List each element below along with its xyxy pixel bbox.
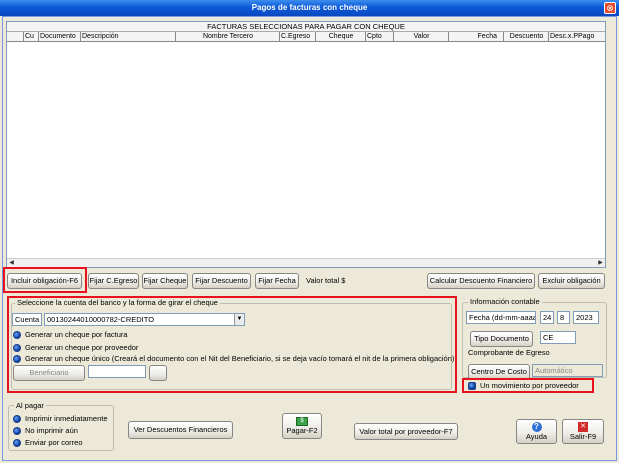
cuenta-group-title: Seleccione la cuenta del banco y la form…: [15, 298, 220, 307]
grid-col-cegreso[interactable]: C.Egreso: [279, 32, 315, 42]
help-icon: ?: [531, 422, 542, 432]
grid-col-cpto[interactable]: Cpto: [365, 32, 393, 42]
radio-cheque-proveedor[interactable]: [13, 344, 21, 352]
grid-header: Cu Documento Descripción Nombre Tercero …: [7, 32, 605, 42]
grid-col-descripcion[interactable]: Descripción: [80, 32, 175, 42]
calcular-descuento-button[interactable]: Calcular Descuento Financiero: [427, 273, 535, 289]
salir-button[interactable]: ✕ Salir-F9: [562, 419, 604, 444]
al-pagar-title: Al pagar: [14, 401, 46, 410]
incluir-obligacion-button[interactable]: Incluir obligación-F6: [7, 273, 82, 289]
excluir-obligacion-button[interactable]: Excluir obligación: [538, 273, 605, 289]
exit-icon: ✕: [578, 422, 588, 432]
checkbox-movimiento-proveedor[interactable]: [468, 382, 476, 390]
grid-col-nombre-tercero[interactable]: Nombre Tercero: [175, 32, 279, 42]
cuenta-value: 00130244010000782-CREDITO: [47, 315, 155, 324]
option-imprimir-inmediatamente[interactable]: Imprimir inmediatamente: [25, 413, 108, 424]
pagar-label: Pagar-F2: [286, 426, 318, 435]
salir-label: Salir-F9: [569, 432, 597, 441]
cuenta-select[interactable]: 00130244010000782-CREDITO ▼: [44, 313, 245, 326]
ayuda-button[interactable]: ? Ayuda: [516, 419, 557, 444]
fecha-month-field[interactable]: 8: [557, 311, 570, 324]
grid-title: FACTURAS SELECCIONAS PARA PAGAR CON CHEQ…: [7, 22, 605, 32]
window-title: Pagos de facturas con cheque: [0, 0, 619, 16]
invoices-grid[interactable]: FACTURAS SELECCIONAS PARA PAGAR CON CHEQ…: [6, 21, 606, 268]
beneficiario-button[interactable]: Beneficiario: [13, 365, 85, 381]
tipo-documento-button[interactable]: Tipo Documento: [470, 331, 533, 347]
grid-col-selector: [7, 32, 23, 42]
tipo-documento-field[interactable]: CE: [540, 331, 576, 344]
option-enviar-correo[interactable]: Enviar por correo: [25, 437, 83, 448]
ayuda-label: Ayuda: [525, 432, 548, 441]
valor-total-label: Valor total $: [306, 276, 346, 285]
fecha-label: Fecha (dd-mm-aaaa): [466, 311, 536, 324]
radio-cheque-unico[interactable]: [13, 355, 21, 363]
grid-col-cu[interactable]: Cu: [23, 32, 38, 42]
cuenta-label: Cuenta: [12, 313, 42, 326]
radio-imprimir-inmediatamente[interactable]: [13, 415, 21, 423]
fecha-year-field[interactable]: 2023: [573, 311, 599, 324]
grid-col-documento[interactable]: Documento: [38, 32, 80, 42]
close-icon[interactable]: ⊗: [604, 2, 616, 14]
fijar-egreso-button[interactable]: Fijar C.Egreso: [88, 273, 139, 289]
movimiento-proveedor-label[interactable]: Un movimiento por proveedor: [480, 380, 579, 391]
grid-col-descuento[interactable]: Descuento: [503, 32, 548, 42]
radio-enviar-correo[interactable]: [13, 439, 21, 447]
beneficiario-search-button[interactable]: [149, 365, 167, 381]
grid-col-fecha[interactable]: Fecha: [448, 32, 503, 42]
beneficiario-nit-field[interactable]: [88, 365, 146, 378]
contable-group-title: Información contable: [468, 297, 542, 306]
fecha-day-field[interactable]: 24: [540, 311, 554, 324]
grid-col-desc-ppago[interactable]: Desc.x.PPago: [548, 32, 605, 42]
money-icon: $: [296, 417, 308, 426]
fijar-descuento-button[interactable]: Fijar Descuento: [192, 273, 251, 289]
option-cheque-proveedor[interactable]: Generar un cheque por proveedor: [25, 342, 138, 353]
chevron-down-icon[interactable]: ▼: [234, 314, 244, 325]
radio-no-imprimir[interactable]: [13, 427, 21, 435]
valor-total-proveedor-button[interactable]: Valor total por proveedor-F7: [354, 423, 458, 440]
fijar-fecha-button[interactable]: Fijar Fecha: [255, 273, 299, 289]
centro-costo-field[interactable]: Automático: [532, 364, 603, 377]
option-no-imprimir[interactable]: No imprimir aún: [25, 425, 78, 436]
grid-horizontal-scrollbar[interactable]: ◀ ▶: [7, 258, 605, 267]
comprobante-label: Comprobante de Egreso: [468, 348, 550, 357]
radio-cheque-factura[interactable]: [13, 331, 21, 339]
ver-descuentos-button[interactable]: Ver Descuentos Financieros: [128, 421, 233, 439]
option-cheque-unico[interactable]: Generar un cheque único (Creará el docum…: [25, 353, 454, 364]
fijar-cheque-button[interactable]: Fijar Cheque: [142, 273, 188, 289]
pagar-button[interactable]: $ Pagar-F2: [282, 413, 322, 439]
option-cheque-factura[interactable]: Generar un cheque por factura: [25, 329, 128, 340]
grid-col-valor[interactable]: Valor: [393, 32, 448, 42]
grid-col-cheque[interactable]: Cheque: [315, 32, 365, 42]
scroll-right-icon[interactable]: ▶: [596, 259, 605, 268]
